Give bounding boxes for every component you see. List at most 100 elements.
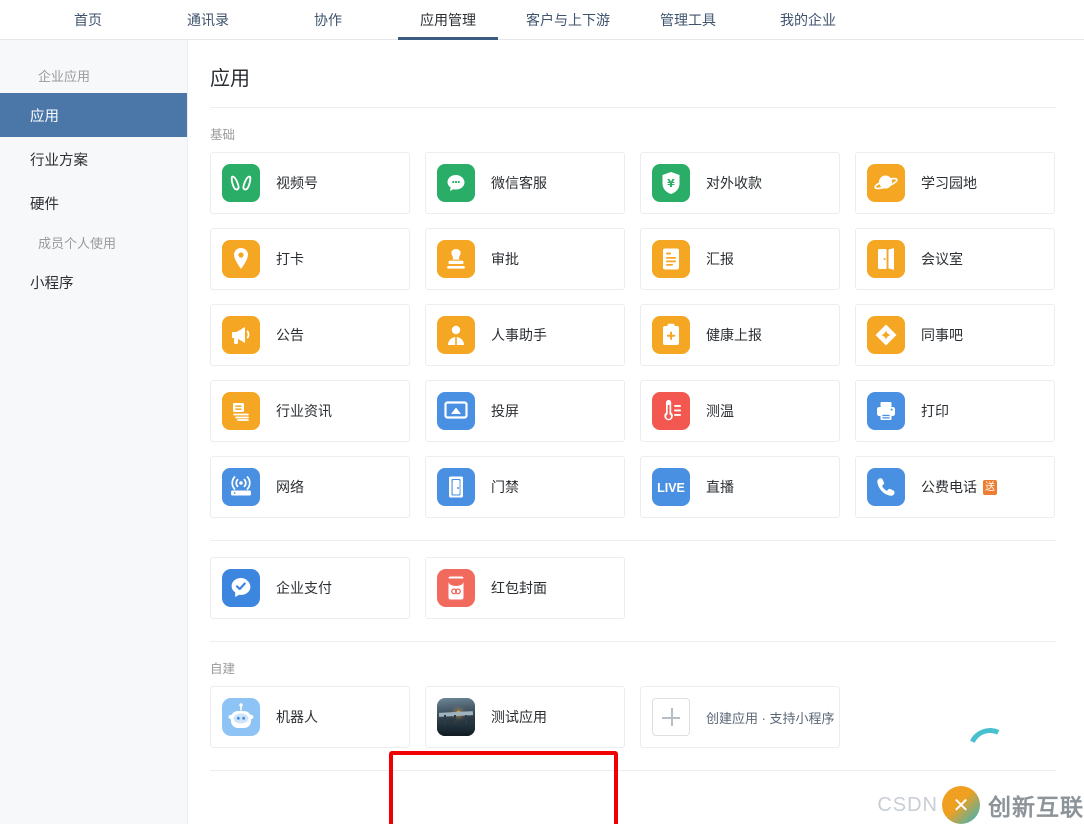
app-card-wechat-service[interactable]: 微信客服 (425, 152, 625, 214)
app-card-health-report[interactable]: 健康上报 (640, 304, 840, 366)
health-report-clipboard-icon (652, 316, 690, 354)
create-app-label: 创建应用 · 支持小程序 (706, 710, 835, 726)
app-card-label: 公费电话 送 (921, 477, 997, 497)
report-document-icon (652, 240, 690, 278)
payment-apps-grid: 企业支付 红包封面 (210, 557, 1056, 619)
checkin-location-icon (222, 240, 260, 278)
nav-tab-my-enterprise[interactable]: 我的企业 (748, 0, 868, 39)
sidebar-item-label: 硬件 (30, 196, 59, 213)
app-card-label: 人事助手 (491, 327, 547, 343)
nav-tab-management-tools[interactable]: 管理工具 (628, 0, 748, 39)
app-card-video-channel[interactable]: 视频号 (210, 152, 410, 214)
app-card-robot[interactable]: 机器人 (210, 686, 410, 748)
app-card-access-control[interactable]: 门禁 (425, 456, 625, 518)
app-card-live[interactable]: LIVE 直播 (640, 456, 840, 518)
watermark: CSDN ✕ 创新互联 (877, 721, 1084, 824)
meeting-room-door-icon (867, 240, 905, 278)
svg-text:¥: ¥ (667, 177, 675, 190)
sidebar-item-label: 应用 (30, 108, 59, 125)
page-body: 企业应用 应用 行业方案 硬件 成员个人使用 小程序 应用 基础 视频号 微信客… (0, 40, 1084, 824)
screen-cast-icon (437, 392, 475, 430)
approval-stamp-icon (437, 240, 475, 278)
app-card-announcement[interactable]: 公告 (210, 304, 410, 366)
app-card-approval[interactable]: 审批 (425, 228, 625, 290)
wifi-router-icon (222, 468, 260, 506)
app-label-text: 公费电话 (921, 479, 977, 495)
temperature-thermometer-icon (652, 392, 690, 430)
colleague-circle-icon (867, 316, 905, 354)
svg-text:LIVE: LIVE (657, 481, 685, 495)
nav-tab-label: 首页 (74, 11, 102, 28)
sidebar-item-label: 小程序 (30, 275, 74, 292)
app-card-label: 审批 (491, 251, 519, 267)
nav-tab-customers[interactable]: 客户与上下游 (508, 0, 628, 39)
sidebar-item-industry-solutions[interactable]: 行业方案 (0, 137, 187, 181)
nav-tab-contacts[interactable]: 通讯录 (148, 0, 268, 39)
app-card-external-payment[interactable]: ¥ 对外收款 (640, 152, 840, 214)
app-card-red-packet-cover[interactable]: 红包封面 (425, 557, 625, 619)
app-card-screen-cast[interactable]: 投屏 (425, 380, 625, 442)
app-card-printer[interactable]: 打印 (855, 380, 1055, 442)
nav-tab-collaboration[interactable]: 协作 (268, 0, 388, 39)
test-app-photo-icon (437, 698, 475, 736)
app-card-industry-news[interactable]: 行业资讯 (210, 380, 410, 442)
app-card-label: 打卡 (276, 251, 304, 267)
app-card-test-application[interactable]: 测试应用 (425, 686, 625, 748)
nav-tab-app-management[interactable]: 应用管理 (388, 0, 508, 40)
gift-badge: 送 (983, 479, 997, 495)
red-packet-cover-icon (437, 569, 475, 607)
nav-tab-label: 通讯录 (187, 11, 229, 28)
app-card-label: 对外收款 (706, 175, 762, 191)
access-control-door-icon (437, 468, 475, 506)
app-card-meeting-room[interactable]: 会议室 (855, 228, 1055, 290)
announcement-megaphone-icon (222, 316, 260, 354)
app-card-temperature[interactable]: 测温 (640, 380, 840, 442)
sidebar-group-enterprise-apps: 企业应用 (38, 69, 91, 84)
watermark-csdn-text: CSDN (877, 793, 938, 816)
app-card-label: 行业资讯 (276, 403, 332, 419)
app-card-official-phone[interactable]: 公费电话 送 (855, 456, 1055, 518)
app-card-label: 直播 (706, 479, 734, 495)
app-card-label: 公告 (276, 327, 304, 343)
app-card-label: 投屏 (491, 403, 519, 419)
video-channel-icon (222, 164, 260, 202)
external-payment-icon: ¥ (652, 164, 690, 202)
app-card-label: 打印 (921, 403, 949, 419)
sidebar-item-apps[interactable]: 应用 (0, 93, 187, 137)
nav-tab-home[interactable]: 首页 (28, 0, 148, 39)
custom-apps-grid: 机器人 测试应用 创建应用 · 支持小程序 (210, 686, 1056, 748)
live-broadcast-icon: LIVE (652, 468, 690, 506)
app-card-label: 测温 (706, 403, 734, 419)
nav-tab-label: 协作 (314, 11, 342, 28)
app-card-enterprise-payment[interactable]: 企业支付 (210, 557, 410, 619)
main-content: 应用 基础 视频号 微信客服 ¥ 对外收款 学习园地 打卡 审批 汇报 会议室 … (188, 40, 1084, 824)
app-card-hr-assistant[interactable]: 人事助手 (425, 304, 625, 366)
app-card-label: 会议室 (921, 251, 963, 267)
industry-news-icon (222, 392, 260, 430)
watermark-brand-text: 创新互联 (988, 794, 1084, 820)
top-navigation-bar: 首页 通讯录 协作 应用管理 客户与上下游 管理工具 我的企业 (0, 0, 1084, 40)
wechat-service-icon (437, 164, 475, 202)
highlight-rectangle-test-application (389, 751, 618, 824)
watermark-logo-icon: ✕ (942, 786, 980, 824)
app-card-label: 学习园地 (921, 175, 977, 191)
app-card-report[interactable]: 汇报 (640, 228, 840, 290)
enterprise-payment-icon (222, 569, 260, 607)
app-card-label: 健康上报 (706, 327, 762, 343)
section-label-custom: 自建 (210, 662, 236, 676)
app-card-network[interactable]: 网络 (210, 456, 410, 518)
section-label-basic: 基础 (210, 128, 236, 142)
sidebar: 企业应用 应用 行业方案 硬件 成员个人使用 小程序 (0, 40, 188, 824)
app-card-label: 企业支付 (276, 580, 332, 596)
app-card-checkin[interactable]: 打卡 (210, 228, 410, 290)
sidebar-group-member-personal: 成员个人使用 (38, 236, 117, 251)
sidebar-item-mini-program[interactable]: 小程序 (0, 260, 187, 304)
app-card-label: 测试应用 (491, 709, 547, 725)
app-card-study-garden[interactable]: 学习园地 (855, 152, 1055, 214)
app-card-label: 视频号 (276, 175, 318, 191)
create-app-button[interactable]: 创建应用 · 支持小程序 (640, 686, 840, 748)
app-card-colleague-bar[interactable]: 同事吧 (855, 304, 1055, 366)
sidebar-item-hardware[interactable]: 硬件 (0, 181, 187, 225)
study-garden-icon (867, 164, 905, 202)
app-card-label: 机器人 (276, 709, 318, 725)
